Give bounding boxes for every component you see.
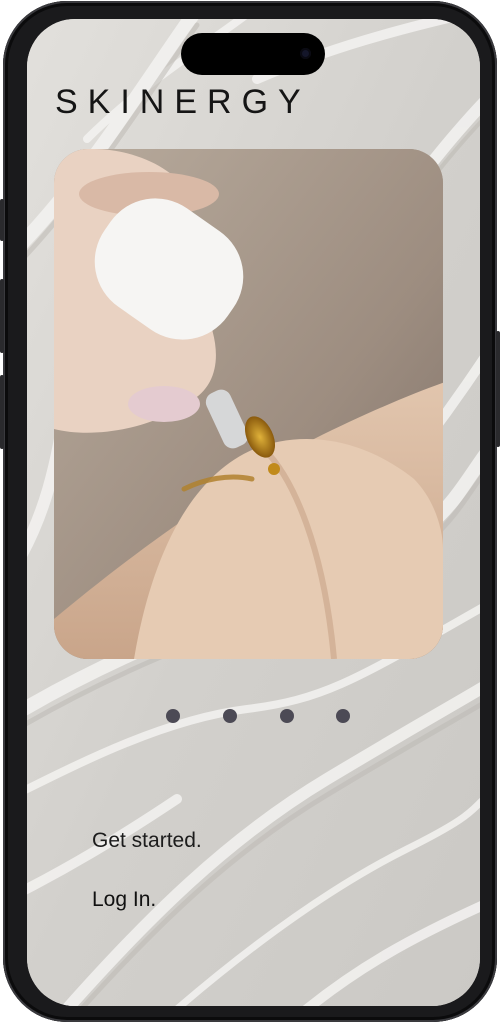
action-button <box>0 199 4 241</box>
phone-frame: SKINERGY Get started. Log In. <box>0 1 500 1022</box>
page-dot-2[interactable] <box>223 709 237 723</box>
brand-logo: SKINERGY <box>55 83 311 121</box>
front-camera-icon <box>300 48 311 59</box>
page-dot-4[interactable] <box>336 709 350 723</box>
serum-dropper-illustration <box>54 149 443 659</box>
volume-up-button <box>0 279 4 353</box>
pagination-dots <box>166 709 356 723</box>
dynamic-island <box>181 33 325 75</box>
page-dot-3[interactable] <box>280 709 294 723</box>
volume-down-button <box>0 375 4 449</box>
hero-image <box>54 149 443 659</box>
power-button <box>496 331 500 447</box>
get-started-button[interactable]: Get started. <box>92 829 202 853</box>
app-screen: SKINERGY Get started. Log In. <box>27 19 480 1006</box>
page-dot-1[interactable] <box>166 709 180 723</box>
login-button[interactable]: Log In. <box>92 888 156 912</box>
